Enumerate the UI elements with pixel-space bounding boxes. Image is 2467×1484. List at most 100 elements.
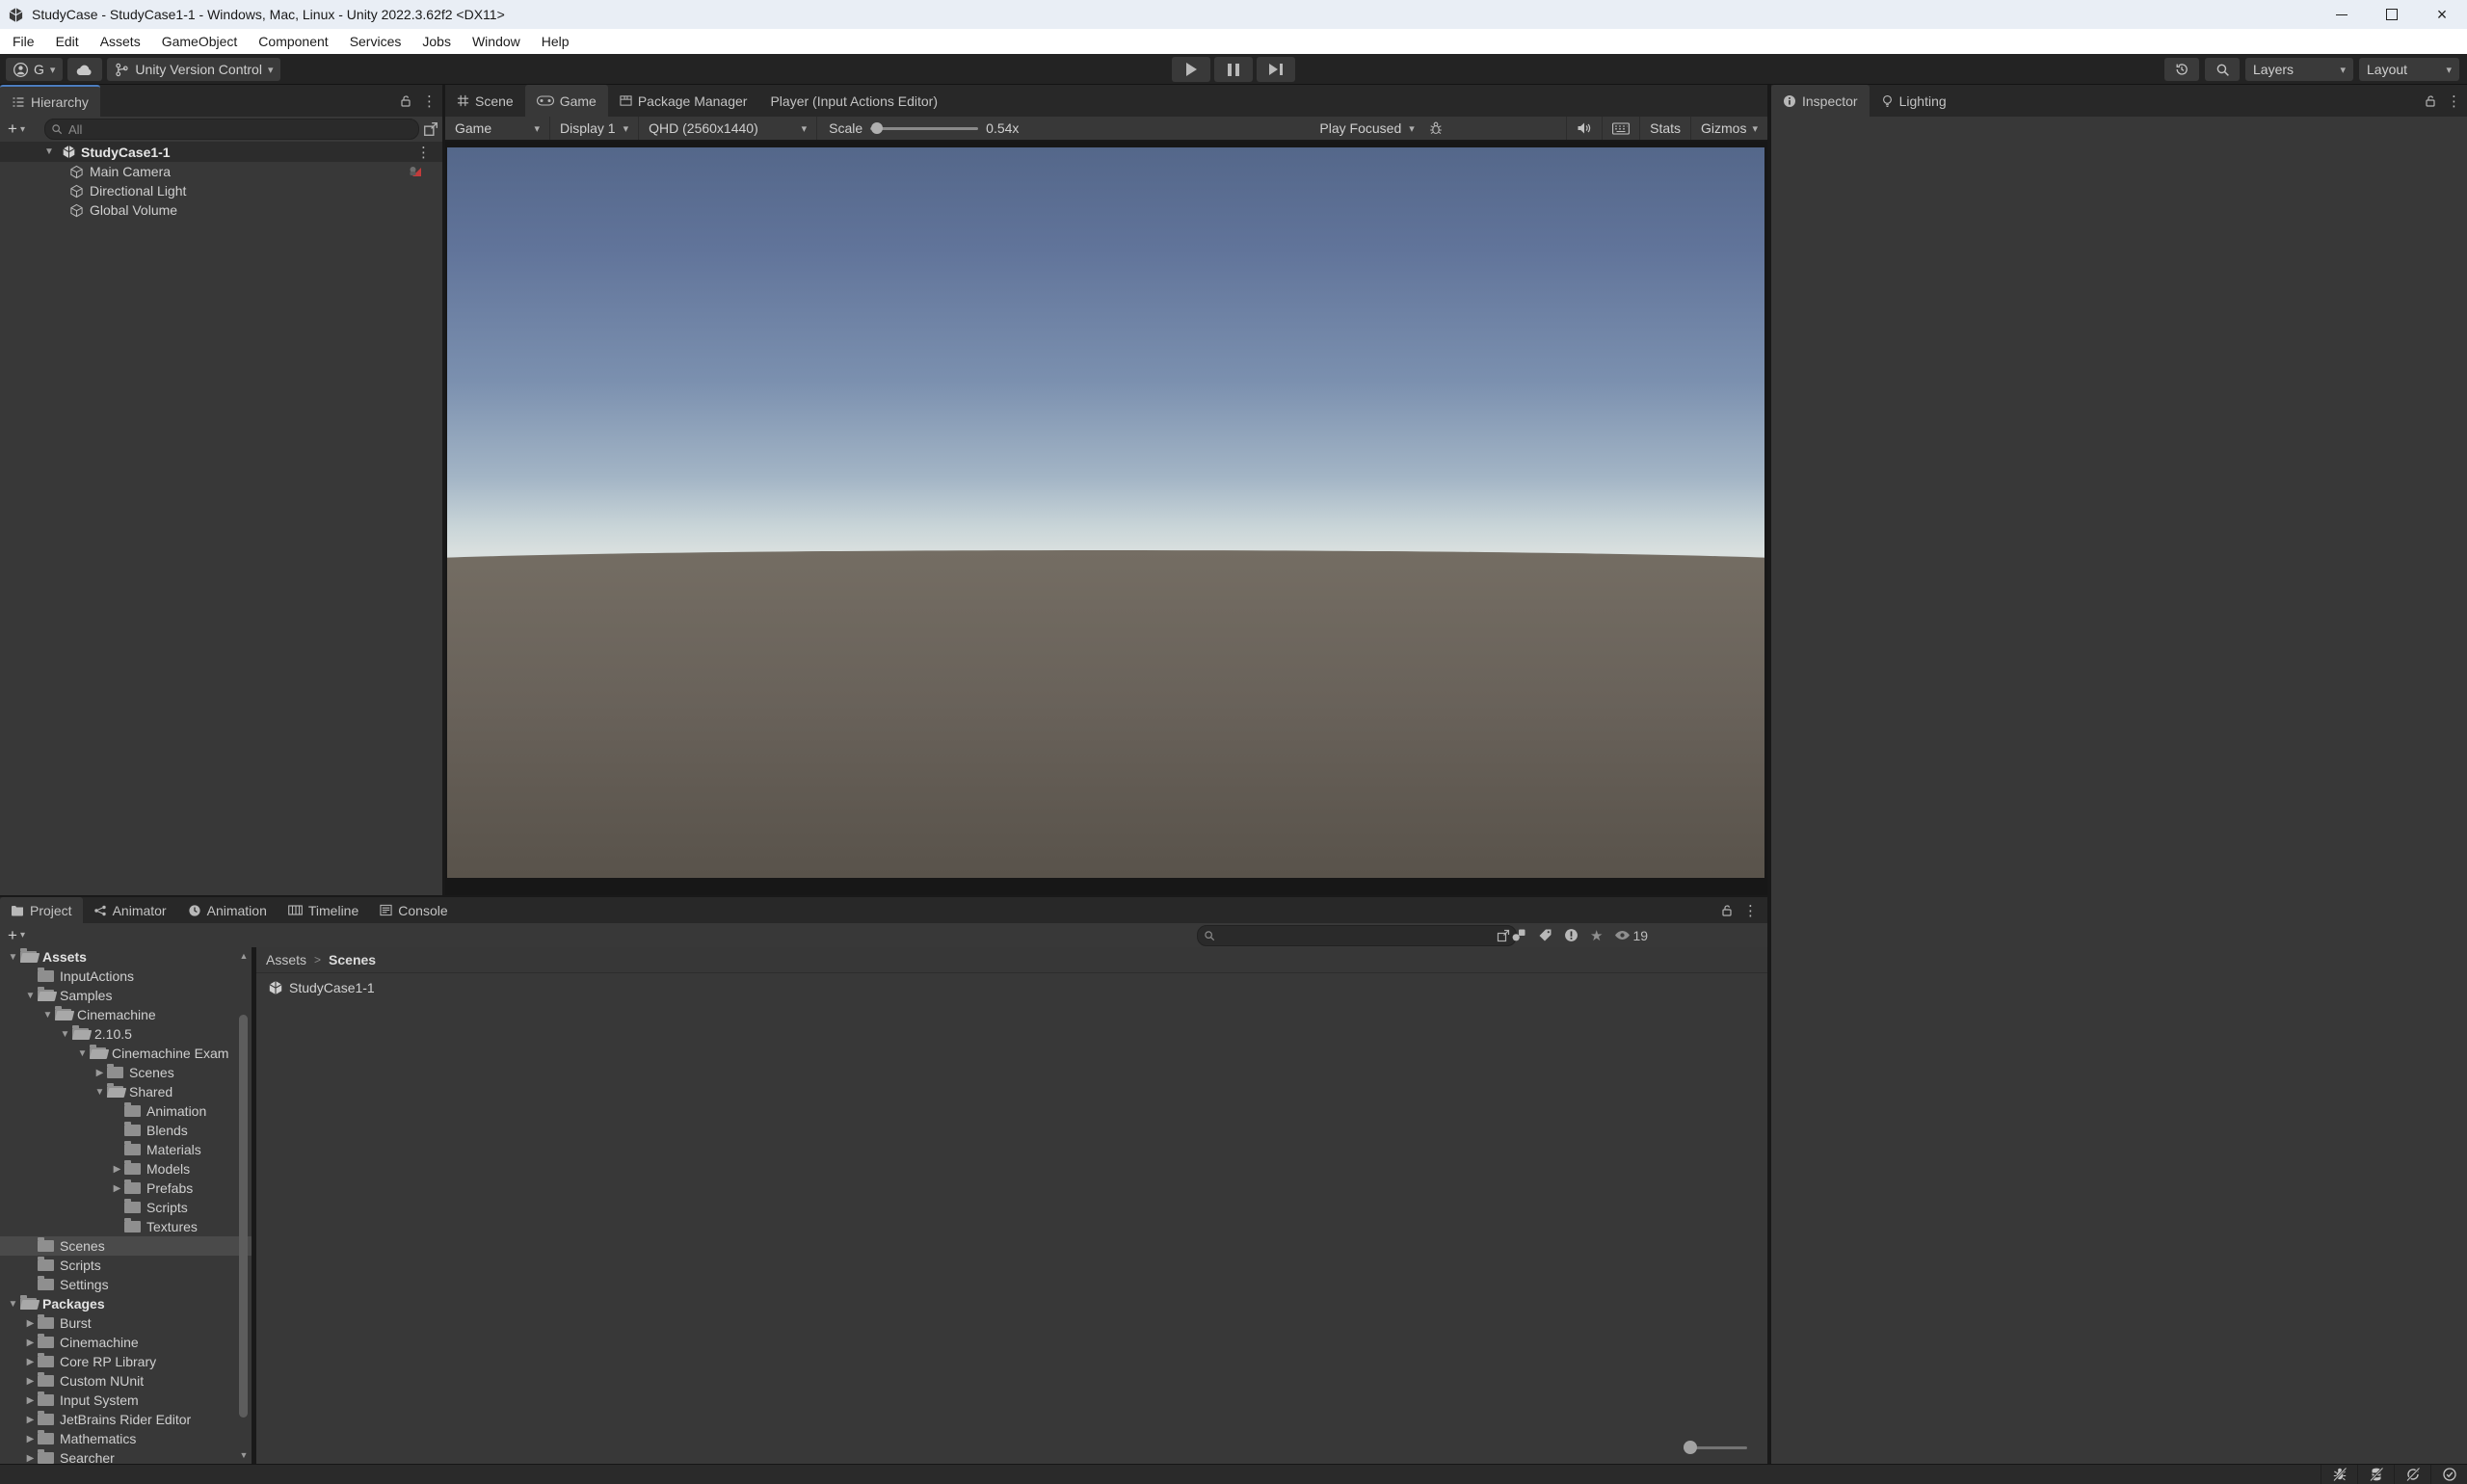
menu-item[interactable]: Services bbox=[339, 34, 412, 49]
search-by-label-icon[interactable] bbox=[1538, 928, 1552, 942]
breadcrumb-current[interactable]: Scenes bbox=[329, 952, 376, 967]
project-tree-item[interactable]: Core RP Library bbox=[0, 1352, 252, 1371]
tab[interactable]: Inspector bbox=[1771, 85, 1870, 117]
fold-arrow-icon[interactable] bbox=[23, 991, 38, 1001]
undo-history-button[interactable] bbox=[2164, 58, 2199, 81]
scrollbar-thumb[interactable] bbox=[239, 1015, 248, 1418]
fold-arrow-icon[interactable] bbox=[58, 1029, 72, 1040]
project-tree-item[interactable]: InputActions bbox=[0, 967, 252, 986]
project-tree-item[interactable]: Shared bbox=[0, 1082, 252, 1101]
fold-arrow-icon[interactable] bbox=[110, 1183, 124, 1194]
gizmos-dropdown[interactable]: Gizmos ▾ bbox=[1690, 117, 1767, 140]
tab[interactable]: Player (Input Actions Editor) bbox=[758, 85, 949, 117]
project-tree-item[interactable]: Samples bbox=[0, 986, 252, 1005]
project-tree-item[interactable]: Scenes bbox=[0, 1236, 252, 1256]
fold-arrow-icon[interactable] bbox=[93, 1087, 107, 1098]
minimize-button[interactable] bbox=[2317, 0, 2367, 29]
fold-arrow-icon[interactable] bbox=[23, 1434, 38, 1444]
create-object-button[interactable]: + ▾ bbox=[4, 119, 29, 139]
menu-item[interactable]: Jobs bbox=[411, 34, 462, 49]
project-tree-item[interactable]: Cinemachine bbox=[0, 1333, 252, 1352]
scene-header-row[interactable]: ▼ StudyCase1-1 ⋮ bbox=[0, 142, 442, 162]
hidden-count-toggle[interactable]: 19 bbox=[1614, 928, 1648, 943]
zoom-slider-thumb[interactable] bbox=[1684, 1441, 1697, 1454]
menu-item[interactable]: Window bbox=[462, 34, 531, 49]
project-tree-item[interactable]: Assets bbox=[0, 947, 252, 967]
fold-arrow-icon[interactable] bbox=[23, 1338, 38, 1348]
project-tree-item[interactable]: Scenes bbox=[0, 1063, 252, 1082]
picker-icon[interactable] bbox=[423, 121, 438, 137]
tab[interactable]: Animator bbox=[83, 897, 177, 923]
scroll-down-icon[interactable]: ▼ bbox=[236, 1448, 252, 1462]
project-tree-item[interactable]: Textures bbox=[0, 1217, 252, 1236]
kebab-menu-icon[interactable]: ⋮ bbox=[1743, 902, 1758, 919]
scroll-up-icon[interactable]: ▲ bbox=[236, 949, 252, 963]
hidden-packages-icon[interactable] bbox=[1564, 928, 1578, 942]
create-asset-button[interactable]: + ▾ bbox=[4, 926, 29, 945]
fold-arrow-icon[interactable] bbox=[110, 1164, 124, 1175]
project-tree-item[interactable]: Mathematics bbox=[0, 1429, 252, 1448]
fold-arrow-icon[interactable] bbox=[40, 1010, 55, 1020]
capture-keyboard-button[interactable] bbox=[1602, 117, 1639, 140]
asset-item[interactable]: StudyCase1-1 bbox=[256, 977, 1767, 998]
breadcrumb-root[interactable]: Assets bbox=[266, 952, 306, 967]
fold-arrow-icon[interactable] bbox=[23, 1357, 38, 1367]
project-tree-item[interactable]: Input System bbox=[0, 1391, 252, 1410]
layers-dropdown[interactable]: Layers ▾ bbox=[2245, 58, 2353, 81]
stats-button[interactable]: Stats bbox=[1639, 117, 1690, 140]
tab-hierarchy[interactable]: Hierarchy bbox=[0, 85, 100, 117]
resolution-dropdown[interactable]: QHD (2560x1440) ▾ bbox=[639, 117, 818, 140]
game-render-surface[interactable] bbox=[447, 147, 1764, 878]
fold-arrow-icon[interactable] bbox=[23, 1318, 38, 1329]
background-tasks-icon[interactable] bbox=[2430, 1465, 2467, 1484]
tab[interactable]: Lighting bbox=[1870, 85, 1958, 117]
fold-arrow-icon[interactable] bbox=[6, 1299, 20, 1310]
search-button[interactable] bbox=[2205, 58, 2240, 81]
auto-refresh-status-icon[interactable] bbox=[2394, 1465, 2430, 1484]
project-tree-item[interactable]: Animation bbox=[0, 1101, 252, 1121]
search-by-type-icon[interactable] bbox=[1511, 928, 1526, 942]
close-button[interactable]: × bbox=[2417, 0, 2467, 29]
play-button[interactable] bbox=[1172, 57, 1210, 82]
project-tree-item[interactable]: Materials bbox=[0, 1140, 252, 1159]
project-tree-item[interactable]: Cinemachine Exam bbox=[0, 1044, 252, 1063]
fold-arrow-icon[interactable] bbox=[75, 1048, 90, 1059]
project-tree-item[interactable]: Packages bbox=[0, 1294, 252, 1313]
tab[interactable]: Package Manager bbox=[608, 85, 759, 117]
version-control-button[interactable]: Unity Version Control ▾ bbox=[107, 58, 281, 81]
project-tree-item[interactable]: JetBrains Rider Editor bbox=[0, 1410, 252, 1429]
scale-slider[interactable] bbox=[870, 122, 979, 134]
project-tree-item[interactable]: 2.10.5 bbox=[0, 1024, 252, 1044]
menu-item[interactable]: Edit bbox=[45, 34, 90, 49]
kebab-menu-icon[interactable]: ⋮ bbox=[416, 144, 431, 161]
project-tree-item[interactable]: Models bbox=[0, 1159, 252, 1179]
favorites-star-icon[interactable]: ★ bbox=[1590, 927, 1603, 944]
scale-slider-thumb[interactable] bbox=[870, 122, 883, 134]
menu-item[interactable]: Assets bbox=[90, 34, 151, 49]
project-tree-item[interactable]: Settings bbox=[0, 1275, 252, 1294]
project-search-field[interactable] bbox=[1197, 924, 1517, 946]
thumbnail-zoom-slider[interactable] bbox=[1684, 1441, 1747, 1454]
kebab-menu-icon[interactable]: ⋮ bbox=[2447, 93, 2461, 110]
menu-item[interactable]: Component bbox=[248, 34, 338, 49]
tab[interactable]: Timeline bbox=[278, 897, 369, 923]
project-tree-item[interactable]: Prefabs bbox=[0, 1179, 252, 1198]
tab[interactable]: Console bbox=[369, 897, 458, 923]
fold-arrow-icon[interactable] bbox=[6, 952, 20, 963]
hierarchy-search-input[interactable] bbox=[66, 120, 412, 138]
hierarchy-item[interactable]: Main Camera bbox=[0, 162, 442, 181]
hierarchy-item[interactable]: Global Volume bbox=[0, 200, 442, 220]
tab[interactable]: Game bbox=[524, 85, 608, 117]
menu-item[interactable]: Help bbox=[531, 34, 580, 49]
hierarchy-item[interactable]: Directional Light bbox=[0, 181, 442, 200]
kebab-menu-icon[interactable]: ⋮ bbox=[422, 93, 437, 110]
tab[interactable]: Scene bbox=[445, 85, 525, 117]
fold-open-icon[interactable]: ▼ bbox=[42, 146, 56, 157]
layout-dropdown[interactable]: Layout ▾ bbox=[2359, 58, 2459, 81]
fold-arrow-icon[interactable] bbox=[23, 1395, 38, 1406]
project-tree-item[interactable]: Burst bbox=[0, 1313, 252, 1333]
step-button[interactable] bbox=[1257, 57, 1295, 82]
display-dropdown[interactable]: Display 1 ▾ bbox=[550, 117, 640, 140]
project-tree-item[interactable]: Blends bbox=[0, 1121, 252, 1140]
menu-item[interactable]: File bbox=[2, 34, 45, 49]
